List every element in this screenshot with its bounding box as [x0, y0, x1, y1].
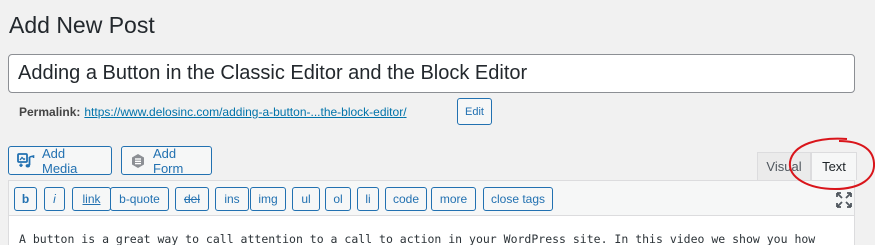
add-form-button[interactable]: Add Form	[121, 145, 212, 176]
quicktags-toolbar: b i link b-quote del ins img ul ol li co…	[8, 180, 855, 215]
text-editor-area[interactable]: A button is a great way to call attentio…	[8, 215, 855, 245]
permalink-label: Permalink:	[19, 105, 81, 119]
add-form-label: Add Form	[153, 145, 184, 176]
permalink-url-base: https://www.delosinc.com/	[84, 105, 223, 119]
permalink-bar: Permalink: https://www.delosinc.com/addi…	[19, 103, 407, 121]
permalink-edit-button[interactable]: Edit	[457, 98, 492, 125]
page-title: Add New Post	[9, 12, 155, 38]
quicktag-ins-button[interactable]: ins	[215, 187, 249, 211]
quicktag-img-button[interactable]: img	[250, 187, 286, 211]
quicktag-ul-button[interactable]: ul	[292, 187, 320, 211]
permalink-url[interactable]: https://www.delosinc.com/adding-a-button…	[84, 105, 406, 119]
form-icon	[130, 153, 146, 169]
quicktag-ol-button[interactable]: ol	[325, 187, 351, 211]
media-icon	[17, 152, 35, 169]
add-media-button[interactable]: Add Media	[8, 145, 112, 176]
quicktag-link-button[interactable]: link	[72, 187, 111, 211]
tab-visual[interactable]: Visual	[757, 152, 811, 180]
fullscreen-icon[interactable]	[836, 192, 852, 208]
quicktag-italic-button[interactable]: i	[44, 187, 65, 211]
quicktag-close-tags-button[interactable]: close tags	[483, 187, 553, 211]
quicktag-li-button[interactable]: li	[357, 187, 379, 211]
add-media-label: Add Media	[42, 145, 78, 176]
quicktag-bold-button[interactable]: b	[14, 187, 37, 211]
permalink-slug: adding-a-button-...the-block-editor	[222, 105, 404, 119]
tab-text[interactable]: Text	[811, 152, 857, 180]
quicktag-code-button[interactable]: code	[385, 187, 427, 211]
post-title-input[interactable]: Adding a Button in the Classic Editor an…	[8, 54, 855, 93]
quicktag-bquote-button[interactable]: b-quote	[110, 187, 169, 211]
quicktag-del-button[interactable]: del	[175, 187, 209, 211]
quicktag-more-button[interactable]: more	[431, 187, 476, 211]
permalink-url-tail: /	[403, 105, 407, 119]
